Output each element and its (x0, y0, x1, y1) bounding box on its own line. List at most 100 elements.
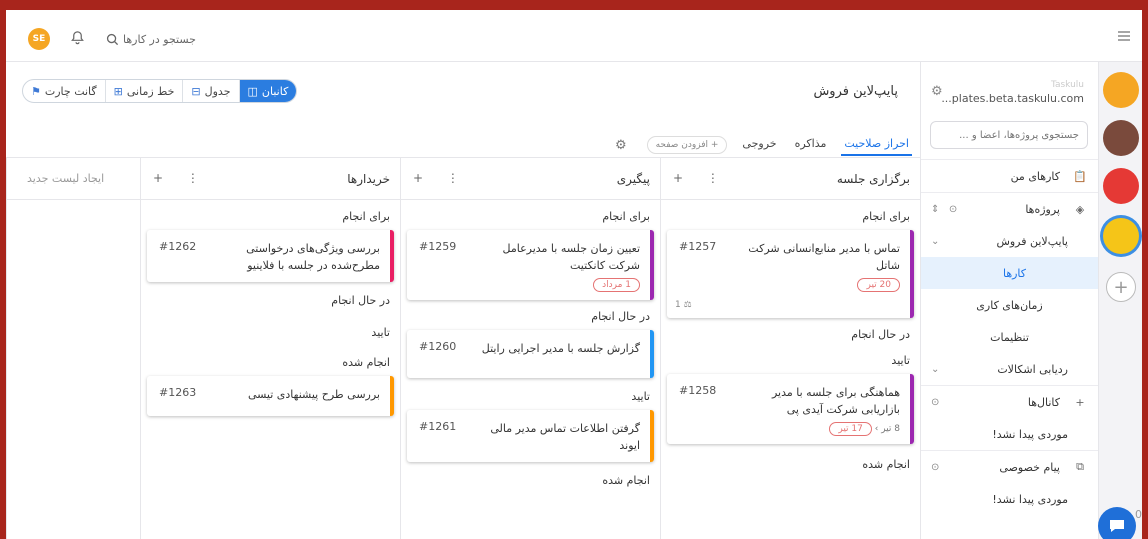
list-column: برگزاری جلسه ⋮ + برای انجام تماس با مدیر… (660, 158, 920, 539)
hamburger-icon[interactable] (1116, 28, 1132, 44)
card-number: #1257 (679, 240, 717, 253)
add-circle-icon[interactable]: ⊙ (931, 462, 939, 473)
my-tasks-label: کارهای من (1010, 169, 1060, 183)
task-card[interactable]: بررسی ویژگی‌های درخواستی مطرح‌شده در جلس… (147, 230, 394, 282)
list-header: برگزاری جلسه ⋮ + (661, 158, 920, 200)
add-page-button[interactable]: + افزودن صفحه (646, 136, 728, 154)
kanban-icon: ◫ (247, 84, 258, 98)
list-title[interactable]: خریدارها (347, 172, 390, 186)
list-title[interactable]: برگزاری جلسه (837, 172, 910, 186)
list-controls[interactable]: ⋮ + (153, 171, 209, 185)
add-workspace-button[interactable]: + (1106, 272, 1136, 302)
chat-button[interactable] (1098, 507, 1136, 539)
project-sidebar: Taskulu ...plates.beta.taskulu.com ⚙ 📋 ک… (920, 62, 1098, 539)
org-header: Taskulu ...plates.beta.taskulu.com ⚙ (921, 62, 1098, 117)
task-card[interactable]: گرفتن اطلاعات تماس مدیر مالی ایوند #1261 (407, 410, 654, 462)
tab-output[interactable]: خروجی (739, 134, 779, 156)
task-card[interactable]: بررسی طرح پیشنهادی تیسی #1263 (147, 376, 394, 416)
sidebar-item-projects[interactable]: ◈ پروژه‌ها ⊙ ⇕ (921, 193, 1098, 225)
sidebar-item-my-tasks[interactable]: 📋 کارهای من (921, 160, 1098, 192)
kanban-board: برگزاری جلسه ⋮ + برای انجام تماس با مدیر… (6, 158, 920, 539)
view-timeline-button[interactable]: ⊞ خط زمانی (104, 80, 183, 102)
view-table-button[interactable]: ⊟ جدول (182, 80, 238, 102)
list-header: خریدارها ⋮ + (141, 158, 400, 200)
task-card[interactable]: تعیین زمان جلسه با مدیرعامل شرکت کانکتیت… (407, 230, 654, 300)
plus-icon[interactable]: + (1072, 396, 1088, 409)
pm-label: پیام خصوصی (999, 460, 1060, 474)
add-circle-icon[interactable]: ⊙ (931, 397, 939, 408)
task-search[interactable]: جستجو در کارها (106, 30, 196, 48)
list-header: پیگیری ⋮ + (401, 158, 660, 200)
flag-icon: ⚑ (31, 84, 41, 98)
card-color-bar (650, 230, 654, 300)
sidebar-item-settings[interactable]: تنظیمات (921, 321, 1098, 353)
bell-icon[interactable] (68, 28, 86, 46)
group-label: برای انجام (342, 210, 390, 223)
org-url: ...plates.beta.taskulu.com (941, 92, 1084, 105)
group-label: انجام شده (602, 474, 650, 487)
sidebar-item-issue-tracking[interactable]: ردیابی اشکالات ⌄ (921, 353, 1098, 385)
due-date-badge: 17 تیر (829, 422, 872, 436)
org-info[interactable]: Taskulu ...plates.beta.taskulu.com (931, 78, 1088, 106)
list-column: پیگیری ⋮ + برای انجام تعیین زمان جلسه با… (400, 158, 660, 539)
page-tabs: احراز صلاحیت مذاکره خروجی + افزودن صفحه … (615, 134, 912, 156)
settings-label: تنظیمات (990, 330, 1029, 344)
sidebar-project-item[interactable]: پایپ‌لاین فروش ⌄ (921, 225, 1098, 257)
group-label: انجام شده (342, 356, 390, 369)
sidebar-item-private-messages[interactable]: ⧉ پیام خصوصی ⊙ (921, 451, 1098, 483)
tab-qualification[interactable]: احراز صلاحیت (841, 134, 912, 156)
sidebar-item-channels[interactable]: + کانال‌ها ⊙ (921, 386, 1098, 418)
sidebar-item-timelines[interactable]: زمان‌های کاری (921, 289, 1098, 321)
chat-badge: 0 (1135, 508, 1142, 521)
card-color-bar (390, 230, 394, 282)
workspace-avatar-2[interactable] (1103, 120, 1139, 156)
new-list-column: ایجاد لیست جدید (6, 158, 140, 539)
add-circle-icon[interactable]: ⊙ ⇕ (931, 204, 957, 215)
list-controls[interactable]: ⋮ + (673, 171, 729, 185)
view-switcher: ⚑ گانت چارت ⊞ خط زمانی ⊟ جدول ◫ کانبان (22, 79, 298, 103)
top-bar: SE جستجو در کارها (6, 10, 1142, 62)
chevron-down-icon[interactable]: ⌄ (931, 236, 939, 247)
card-color-bar (650, 330, 654, 378)
page-title: پایپ‌لاین فروش (813, 84, 898, 99)
new-list-button[interactable]: ایجاد لیست جدید (7, 158, 140, 200)
timeline-icon: ⊞ (113, 84, 123, 98)
view-kanban-button[interactable]: ◫ کانبان (238, 80, 297, 102)
workspace-rail: + 0 (1098, 62, 1142, 539)
task-card[interactable]: هماهنگی برای جلسه با مدیر بازاریابی شرکت… (667, 374, 914, 444)
card-number: #1260 (419, 340, 457, 353)
list-title[interactable]: پیگیری (617, 172, 650, 186)
workspace-avatar-1[interactable] (1103, 72, 1139, 108)
pm-empty: موردی پیدا نشد! (921, 483, 1098, 515)
group-label: در حال انجام (591, 310, 650, 323)
gear-icon[interactable]: ⚙ (931, 84, 943, 99)
workspace-avatar-4[interactable] (1103, 218, 1139, 254)
sidebar-search-input[interactable] (930, 121, 1088, 149)
group-label: در حال انجام (851, 328, 910, 341)
tasks-label: کارها (1002, 266, 1027, 280)
card-number: #1259 (419, 240, 457, 253)
task-card[interactable]: گزارش جلسه با مدیر اجرایی رایتل #1260 (407, 330, 654, 378)
group-label: برای انجام (862, 210, 910, 223)
card-color-bar (910, 230, 914, 318)
list-column: خریدارها ⋮ + برای انجام بررسی ویژگی‌های … (140, 158, 400, 539)
clipboard-icon: 📋 (1073, 169, 1087, 183)
group-label: برای انجام (602, 210, 650, 223)
view-gantt-button[interactable]: ⚑ گانت چارت (23, 80, 105, 102)
group-label: تایید (631, 390, 650, 403)
group-label: انجام شده (862, 458, 910, 471)
chevron-down-icon[interactable]: ⌄ (931, 364, 939, 375)
workspace-avatar-3[interactable] (1103, 168, 1139, 204)
table-icon: ⊟ (191, 84, 201, 98)
card-dates: 8 تیر › 17 تیر (675, 422, 900, 436)
layers-icon: ◈ (1075, 202, 1085, 216)
user-avatar[interactable]: SE (28, 28, 50, 50)
timelines-label: زمان‌های کاری (976, 298, 1043, 312)
gear-icon[interactable]: ⚙ (615, 138, 627, 153)
page-header: پایپ‌لاین فروش ⚑ گانت چارت ⊞ خط زمانی ⊟ … (6, 62, 920, 158)
due-date-badge: 1 مرداد (593, 278, 640, 292)
tab-negotiation[interactable]: مذاکره (792, 134, 830, 156)
list-controls[interactable]: ⋮ + (413, 171, 469, 185)
sidebar-item-tasks[interactable]: کارها (921, 257, 1098, 289)
task-card[interactable]: تماس با مدیر منابع‌انسانی شرکت شاتل #125… (667, 230, 914, 318)
